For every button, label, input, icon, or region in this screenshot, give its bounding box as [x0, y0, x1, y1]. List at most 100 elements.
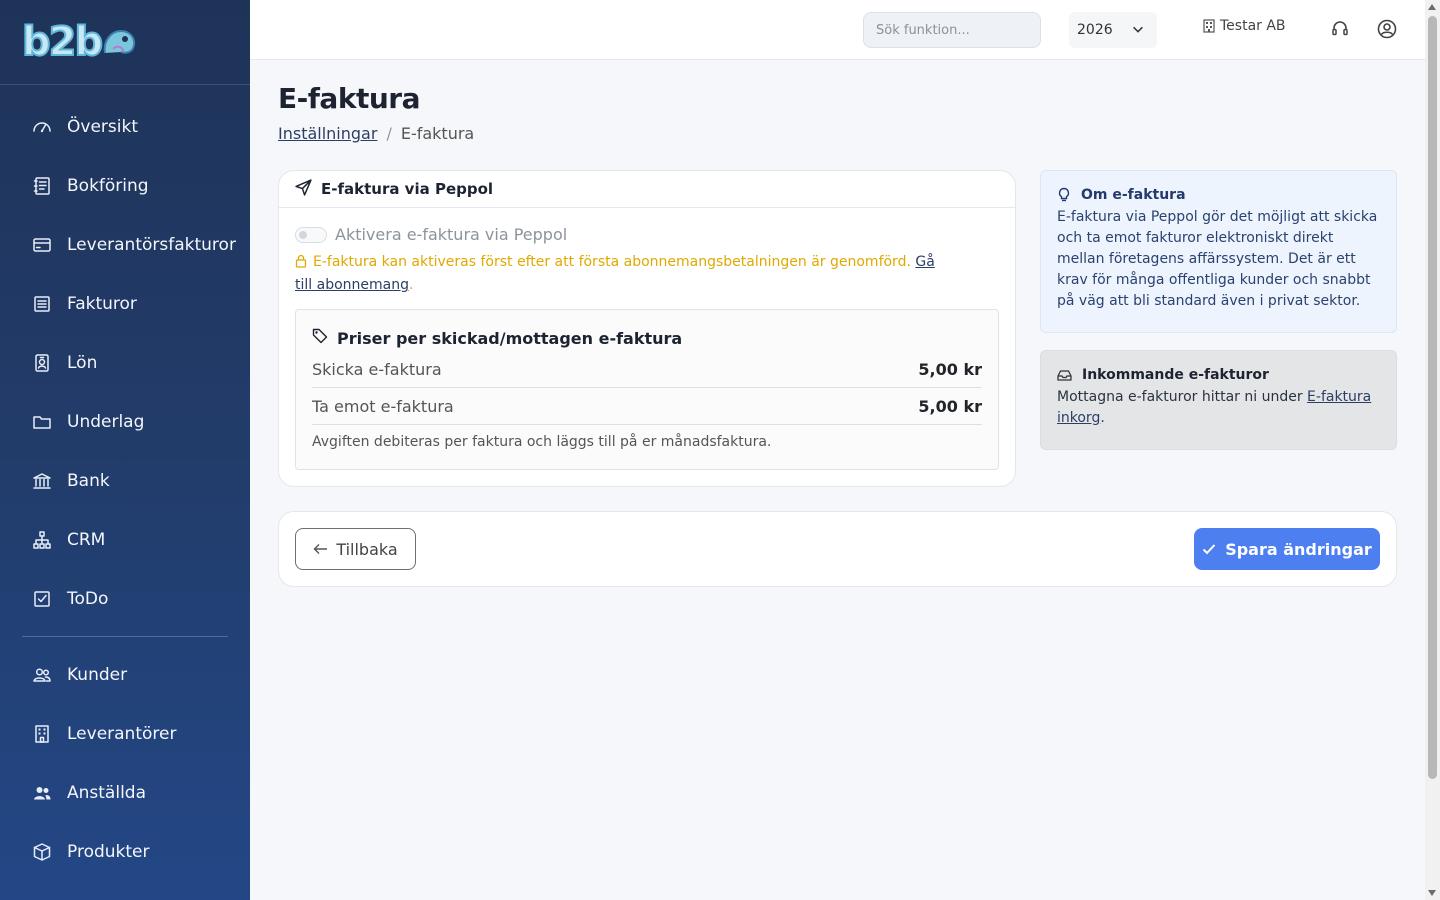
box-icon [32, 842, 52, 862]
card-header: E-faktura via Peppol [279, 171, 1015, 208]
activate-peppol-label: Aktivera e-faktura via Peppol [335, 225, 568, 244]
people-icon [32, 665, 52, 685]
back-button-label: Tillbaka [336, 539, 398, 559]
page-title: E-faktura [278, 82, 420, 115]
arrow-left-icon [313, 543, 328, 555]
card-title: E-faktura via Peppol [321, 180, 494, 198]
incoming-text-suffix: . [1100, 410, 1105, 426]
price-box-title: Priser per skickad/mottagen e-faktura [337, 328, 683, 348]
about-efaktura-header: Om e-faktura [1057, 187, 1380, 203]
breadcrumb-link-settings[interactable]: Inställningar [278, 124, 377, 143]
price-row-send: Skicka e-faktura 5,00 kr [312, 351, 982, 388]
logo-text: b2b [21, 19, 104, 65]
breadcrumb-current: E-faktura [400, 124, 475, 143]
function-search-input[interactable] [863, 12, 1041, 48]
sidebar-item-label: Lön [67, 352, 98, 373]
building-icon [1203, 19, 1215, 33]
receipt-icon [32, 294, 52, 314]
sidebar-item-bank[interactable]: Bank [0, 451, 250, 510]
sidebar-item-produkter[interactable]: Produkter [0, 822, 250, 881]
sidebar-item-label: Översikt [67, 116, 138, 137]
sidebar-item-kunder[interactable]: Kunder [0, 645, 250, 704]
price-box: Priser per skickad/mottagen e-faktura Sk… [295, 309, 999, 470]
journal-icon [32, 176, 52, 196]
activate-toggle-row: Aktivera e-faktura via Peppol [295, 225, 567, 244]
people-fill-icon [32, 783, 52, 803]
actions-card: Tillbaka Spara ändringar [278, 511, 1397, 587]
sidebar-nav-primary: Översikt Bokföring Leverantörsfakturor Fakt… [0, 85, 250, 628]
user-account-icon[interactable] [1376, 18, 1398, 40]
breadcrumb-separator: / [386, 124, 392, 143]
price-row-receive: Ta emot e-faktura 5,00 kr [312, 388, 982, 425]
scrollbar-thumb[interactable] [1428, 16, 1437, 779]
price-label: Ta emot e-faktura [312, 396, 454, 416]
warning-period: . [408, 277, 414, 293]
logo-area: b2b [0, 0, 250, 85]
activate-peppol-toggle[interactable] [295, 226, 327, 243]
credit-card-icon [32, 235, 52, 255]
bank-icon [32, 471, 52, 491]
sidebar-item-label: Bokföring [67, 175, 149, 196]
sidebar-item-underlag[interactable]: Underlag [0, 392, 250, 451]
sidebar: b2b Översikt Bokföring Leverantörsfakturor… [0, 0, 250, 900]
logo[interactable]: b2b [21, 19, 137, 65]
building-icon [32, 724, 52, 744]
page-scrollbar[interactable] [1425, 0, 1440, 900]
person-badge-icon [32, 353, 52, 373]
sidebar-item-label: Kunder [67, 664, 128, 685]
chevron-down-icon [1131, 22, 1145, 40]
lock-icon [295, 254, 307, 275]
speedometer-icon [32, 117, 52, 137]
sidebar-item-label: CRM [67, 529, 106, 550]
sidebar-item-label: ToDo [67, 588, 109, 609]
year-value: 2026 [1077, 22, 1113, 38]
check-icon [1202, 543, 1216, 555]
sidebar-item-label: Fakturor [67, 293, 137, 314]
about-efaktura-text: E-faktura via Peppol gör det möjligt att… [1057, 209, 1378, 309]
sidebar-item-label: Leverantörer [67, 723, 177, 744]
folder-icon [32, 412, 52, 432]
about-efaktura-card: Om e-faktura E-faktura via Peppol gör de… [1040, 170, 1397, 333]
save-changes-button[interactable]: Spara ändringar [1194, 528, 1380, 570]
sidebar-item-todo[interactable]: ToDo [0, 569, 250, 628]
sidebar-item-crm[interactable]: CRM [0, 510, 250, 569]
company-switcher[interactable]: Testar AB [1203, 18, 1286, 34]
send-icon [295, 178, 312, 200]
sidebar-item-label: Underlag [67, 411, 145, 432]
check-square-icon [32, 589, 52, 609]
year-select[interactable]: 2026 [1069, 12, 1157, 48]
incoming-title: Inkommande e-fakturor [1082, 367, 1269, 383]
breadcrumb: Inställningar / E-faktura [278, 124, 474, 143]
sidebar-item-leverantörer[interactable]: Leverantörer [0, 704, 250, 763]
sidebar-item-bokföring[interactable]: Bokföring [0, 156, 250, 215]
sidebar-item-översikt[interactable]: Översikt [0, 97, 250, 156]
headset-icon[interactable] [1329, 18, 1351, 40]
sidebar-item-anställda[interactable]: Anställda [0, 763, 250, 822]
price-value: 5,00 kr [918, 359, 982, 379]
diagram-icon [32, 530, 52, 550]
subscription-warning: E-faktura kan aktiveras först efter att … [295, 252, 935, 296]
topbar: 2026 Testar AB [250, 0, 1425, 60]
incoming-text-prefix: Mottagna e-fakturor hittar ni under [1057, 389, 1308, 405]
sidebar-item-leverantörsfakturor[interactable]: Leverantörsfakturor [0, 215, 250, 274]
about-efaktura-title: Om e-faktura [1081, 187, 1186, 203]
price-value: 5,00 kr [918, 396, 982, 416]
price-label: Skicka e-faktura [312, 359, 442, 379]
warning-text: E-faktura kan aktiveras först efter att … [313, 254, 911, 270]
lightbulb-icon [1057, 187, 1071, 203]
sidebar-divider [22, 636, 228, 637]
efaktura-peppol-card: E-faktura via Peppol Aktivera e-faktura … [278, 170, 1016, 487]
chameleon-logo-icon [103, 29, 136, 54]
sidebar-item-label: Bank [67, 470, 110, 491]
inbox-icon [1057, 369, 1072, 382]
tag-icon [312, 328, 328, 348]
company-name: Testar AB [1220, 18, 1286, 34]
sidebar-item-label: Anställda [67, 782, 146, 803]
scroll-up-arrow-icon[interactable] [1428, 4, 1436, 10]
sidebar-item-lön[interactable]: Lön [0, 333, 250, 392]
back-button[interactable]: Tillbaka [295, 528, 416, 570]
incoming-header: Inkommande e-fakturor [1057, 367, 1380, 383]
incoming-text: Mottagna e-fakturor hittar ni under E-fa… [1057, 387, 1380, 429]
sidebar-item-fakturor[interactable]: Fakturor [0, 274, 250, 333]
scroll-down-arrow-icon[interactable] [1428, 890, 1436, 896]
